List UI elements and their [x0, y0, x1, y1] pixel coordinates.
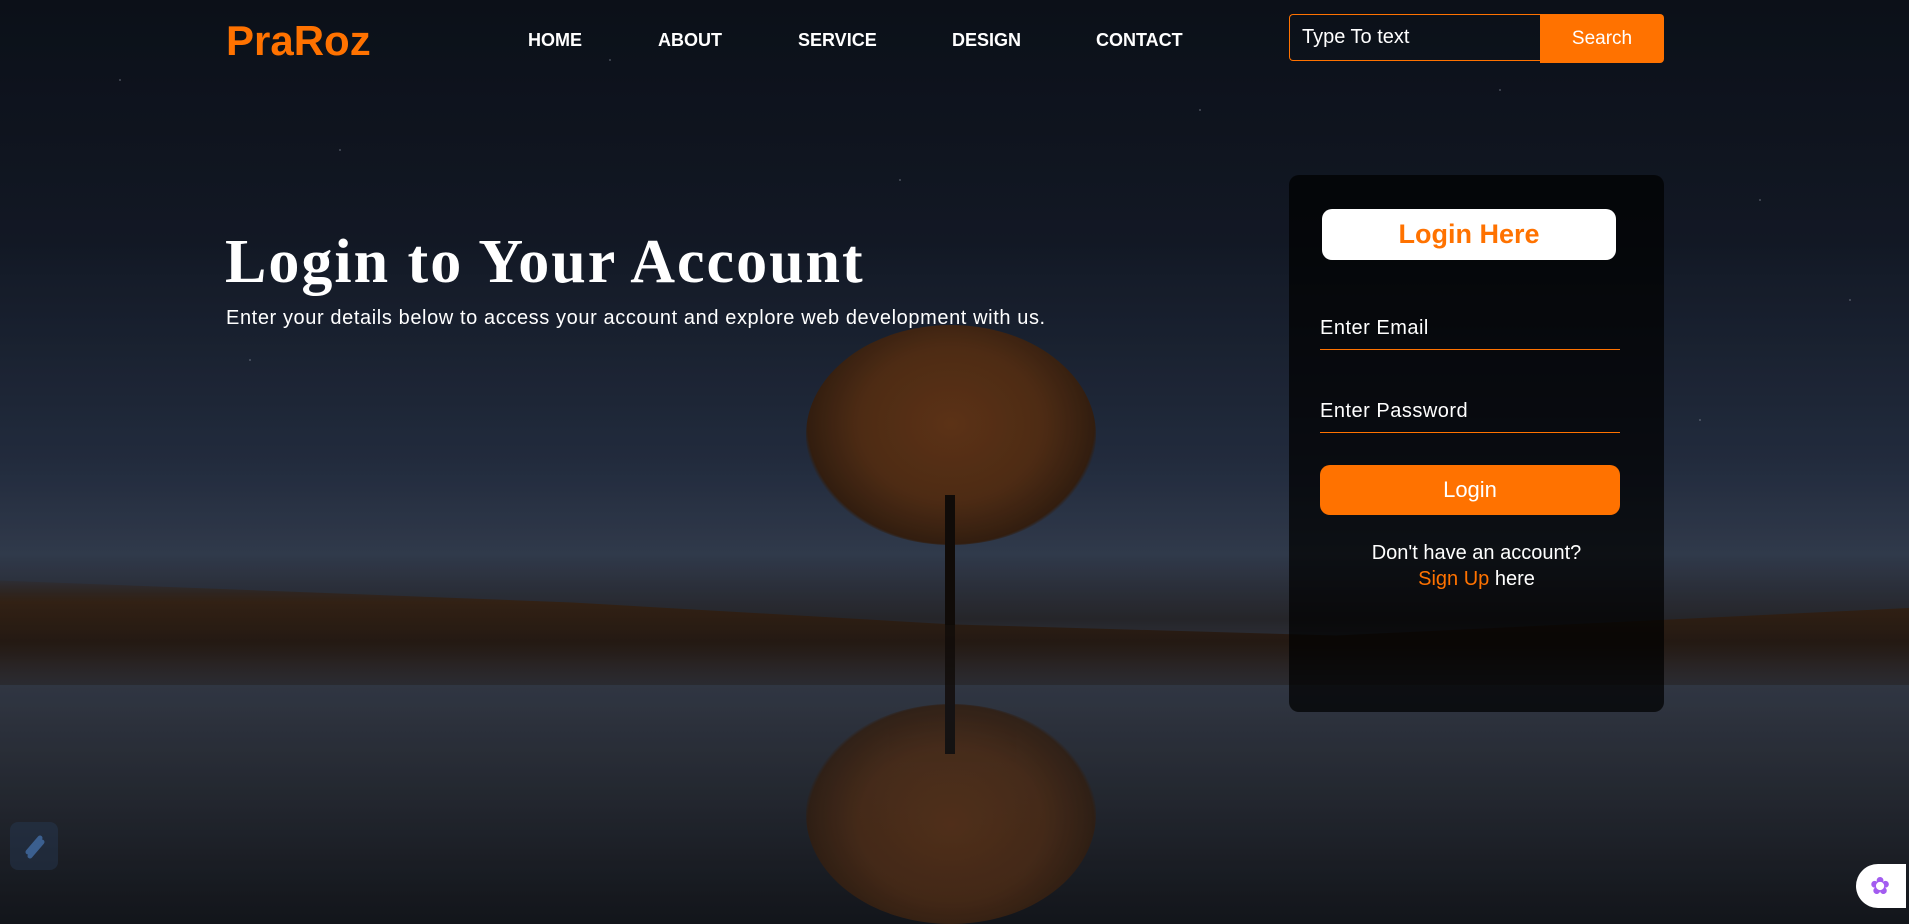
search-input[interactable] — [1289, 14, 1540, 61]
site-header: PraRoz HOME ABOUT SERVICE DESIGN CONTACT… — [0, 0, 1909, 80]
nav-design[interactable]: DESIGN — [952, 30, 1021, 51]
extension-icon[interactable] — [10, 822, 58, 870]
signup-prompt: Don't have an account? Sign Up here — [1289, 540, 1664, 592]
password-field[interactable] — [1320, 390, 1620, 433]
search-button[interactable]: Search — [1540, 14, 1664, 63]
nav-service[interactable]: SERVICE — [798, 30, 877, 51]
hero-subtitle: Enter your details below to access your … — [226, 307, 1046, 329]
signup-link[interactable]: Sign Up — [1418, 568, 1489, 590]
login-heading: Login Here — [1322, 209, 1616, 260]
brain-icon[interactable]: ✿ — [1856, 864, 1906, 908]
no-account-text: Don't have an account? — [1371, 542, 1582, 564]
email-field[interactable] — [1320, 307, 1620, 350]
tree-silhouette — [806, 325, 1096, 625]
nav-contact[interactable]: CONTACT — [1096, 30, 1183, 51]
nav-about[interactable]: ABOUT — [658, 30, 722, 51]
tree-reflection — [806, 624, 1096, 924]
hero-title: Login to Your Account — [225, 228, 865, 296]
signup-suffix: here — [1494, 568, 1535, 590]
search-bar: Search — [1289, 14, 1664, 63]
nav-home[interactable]: HOME — [528, 30, 582, 51]
site-logo[interactable]: PraRoz — [226, 17, 371, 65]
login-card: Login Here Login Don't have an account? … — [1289, 175, 1664, 712]
login-button[interactable]: Login — [1320, 465, 1620, 515]
